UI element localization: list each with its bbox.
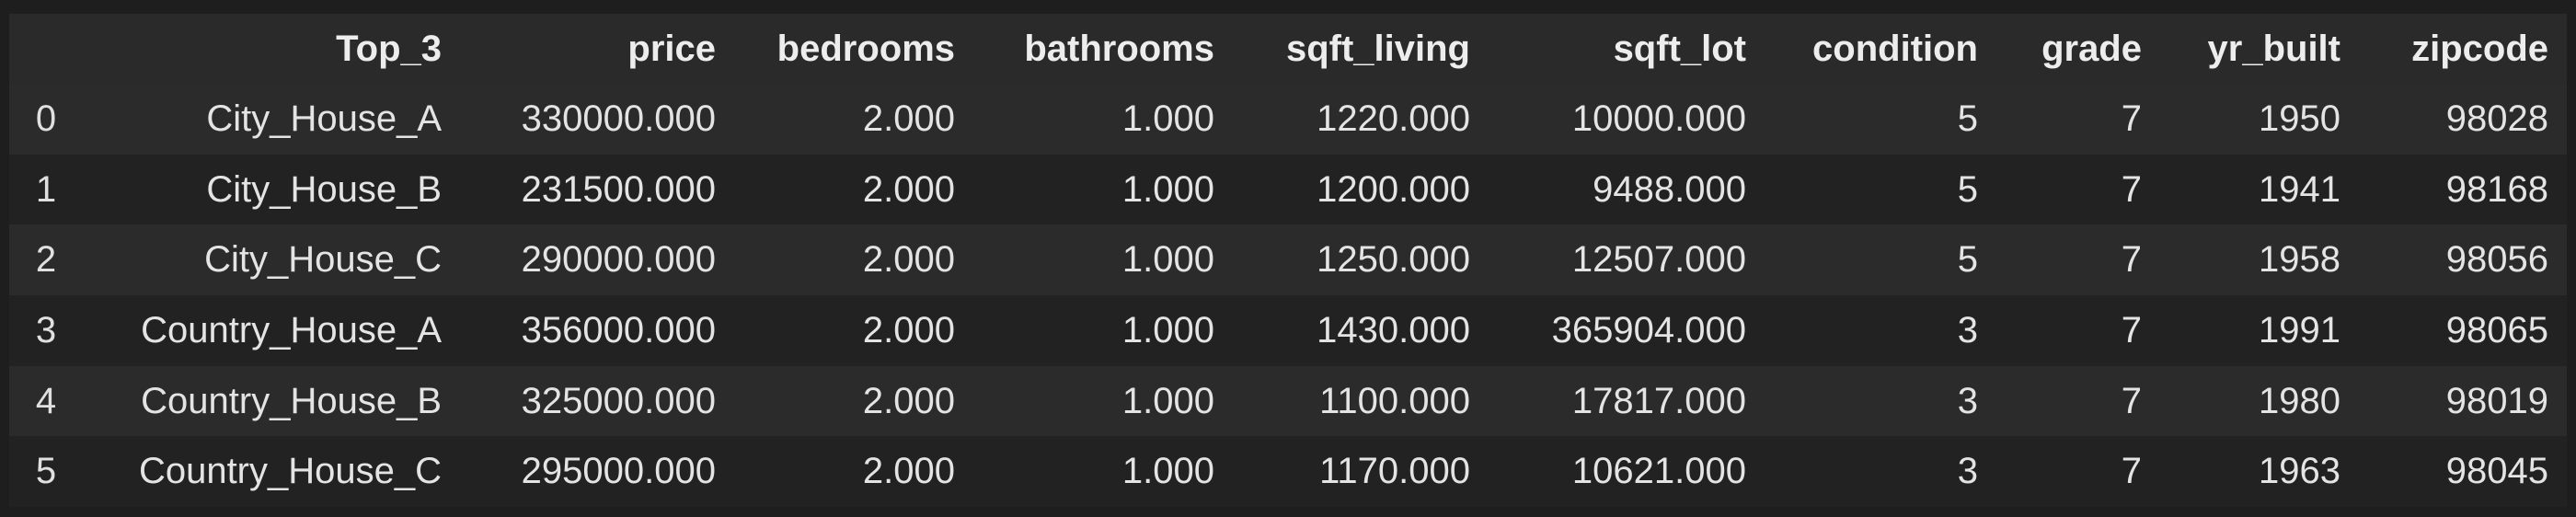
cell-sqft-living: 1220.000 [1317,98,1470,139]
cell-price: 295000.000 [521,451,716,492]
column-header-index [9,14,83,84]
cell-yr-built: 1950 [2259,98,2340,139]
row-index: 1 [35,168,57,210]
cell-bedrooms: 2.000 [862,380,955,421]
table-row: 0 City_House_A 330000.000 2.000 1.000 12… [9,84,2567,155]
cell-sqft-lot: 12507.000 [1571,239,1746,281]
cell-bedrooms: 2.000 [862,451,955,492]
cell-grade: 7 [2121,451,2142,492]
cell-grade: 7 [2121,168,2142,210]
cell-condition: 5 [1957,239,1978,281]
row-index: 4 [35,380,57,421]
cell-price: 231500.000 [521,168,716,210]
cell-price: 325000.000 [521,380,716,421]
cell-bathrooms: 1.000 [1121,309,1214,350]
column-header-top3: Top_3 [83,14,460,84]
column-header-sqft-lot: sqft_lot [1489,14,1765,84]
cell-bedrooms: 2.000 [862,168,955,210]
column-header-price: price [460,14,734,84]
cell-price: 290000.000 [521,239,716,281]
cell-bedrooms: 2.000 [862,98,955,139]
cell-grade: 7 [2121,309,2142,350]
cell-condition: 3 [1957,309,1978,350]
cell-zipcode: 98056 [2445,239,2548,281]
cell-yr-built: 1958 [2259,239,2340,281]
cell-top3: City_House_C [204,239,442,281]
dataframe-output: Top_3 price bedrooms bathrooms sqft_livi… [9,14,2567,508]
cell-bathrooms: 1.000 [1121,239,1214,281]
cell-sqft-living: 1200.000 [1317,168,1470,210]
cell-condition: 3 [1957,451,1978,492]
cell-grade: 7 [2121,380,2142,421]
table-row: 2 City_House_C 290000.000 2.000 1.000 12… [9,224,2567,296]
dataframe-table: Top_3 price bedrooms bathrooms sqft_livi… [9,14,2567,508]
column-header-bedrooms: bedrooms [734,14,973,84]
cell-yr-built: 1991 [2259,309,2340,350]
cell-condition: 5 [1957,98,1978,139]
cell-top3: City_House_B [206,168,442,210]
cell-sqft-living: 1250.000 [1317,239,1470,281]
cell-sqft-lot: 17817.000 [1571,380,1746,421]
cell-bathrooms: 1.000 [1121,380,1214,421]
table-row: 1 City_House_B 231500.000 2.000 1.000 12… [9,154,2567,225]
cell-yr-built: 1980 [2259,380,2340,421]
cell-zipcode: 98019 [2445,380,2548,421]
column-header-yr-built: yr_built [2160,14,2359,84]
column-header-bathrooms: bathrooms [973,14,1233,84]
row-index: 5 [35,451,57,492]
table-row: 4 Country_House_B 325000.000 2.000 1.000… [9,365,2567,437]
cell-zipcode: 98168 [2445,168,2548,210]
cell-top3: Country_House_C [138,451,442,492]
cell-sqft-lot: 9488.000 [1593,168,1746,210]
cell-sqft-lot: 10621.000 [1571,451,1746,492]
cell-top3: City_House_A [206,98,442,139]
cell-grade: 7 [2121,98,2142,139]
cell-top3: Country_House_B [141,380,442,421]
cell-sqft-living: 1100.000 [1319,380,1470,421]
column-header-grade: grade [1996,14,2160,84]
row-index: 3 [35,309,57,350]
column-header-condition: condition [1765,14,1996,84]
cell-price: 356000.000 [521,309,716,350]
cell-top3: Country_House_A [141,309,442,350]
cell-zipcode: 98045 [2445,451,2548,492]
cell-bedrooms: 2.000 [862,309,955,350]
cell-condition: 5 [1957,168,1978,210]
cell-zipcode: 98065 [2445,309,2548,350]
cell-sqft-living: 1170.000 [1319,451,1470,492]
column-header-sqft-living: sqft_living [1233,14,1489,84]
table-row: 3 Country_House_A 356000.000 2.000 1.000… [9,295,2567,366]
cell-sqft-living: 1430.000 [1317,309,1470,350]
cell-yr-built: 1941 [2259,168,2340,210]
cell-yr-built: 1963 [2259,451,2340,492]
row-index: 2 [35,239,57,281]
cell-price: 330000.000 [521,98,716,139]
column-header-zipcode: zipcode [2359,14,2567,84]
row-index: 0 [35,98,57,139]
cell-bathrooms: 1.000 [1121,98,1214,139]
cell-condition: 3 [1957,380,1978,421]
cell-zipcode: 98028 [2445,98,2548,139]
cell-bedrooms: 2.000 [862,239,955,281]
cell-grade: 7 [2121,239,2142,281]
cell-bathrooms: 1.000 [1121,168,1214,210]
cell-sqft-lot: 365904.000 [1551,309,1746,350]
cell-bathrooms: 1.000 [1121,451,1214,492]
header-row: Top_3 price bedrooms bathrooms sqft_livi… [9,14,2567,84]
cell-sqft-lot: 10000.000 [1571,98,1746,139]
table-row: 5 Country_House_C 295000.000 2.000 1.000… [9,436,2567,508]
